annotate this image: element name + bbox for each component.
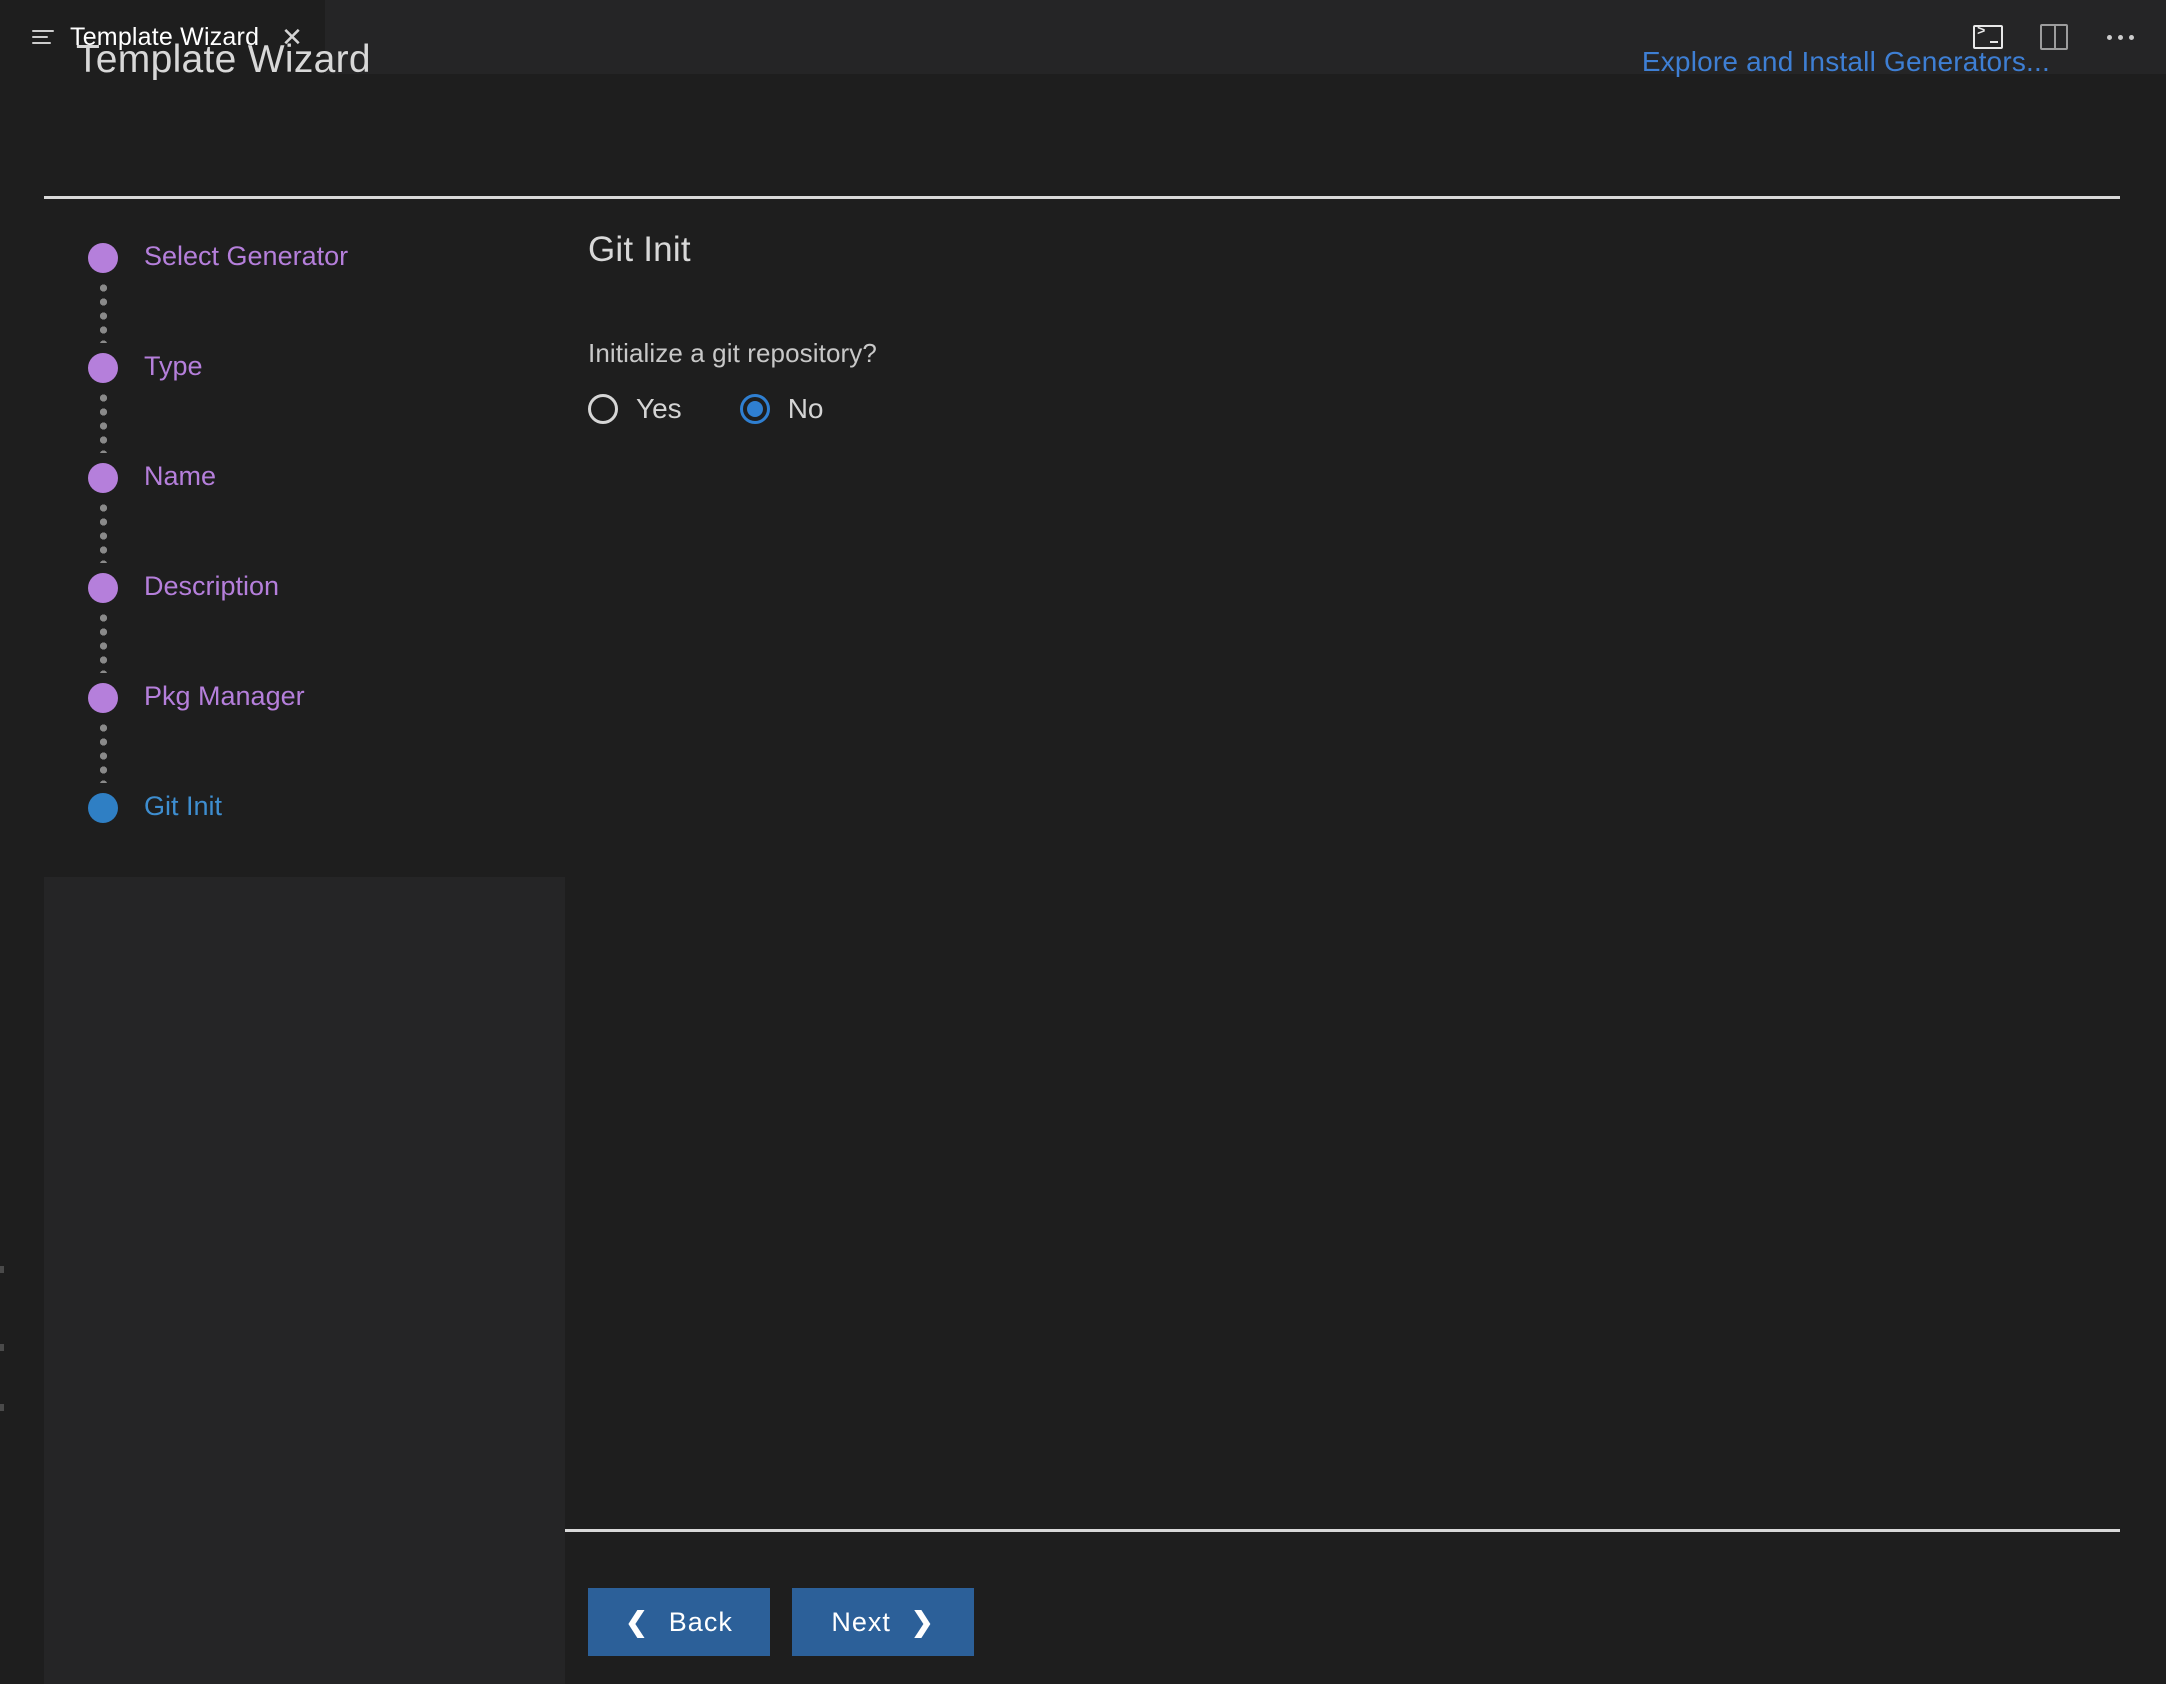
step-select-generator[interactable]: Select Generator (88, 235, 558, 345)
radio-option-yes[interactable]: Yes (588, 393, 682, 425)
radio-label: No (788, 393, 824, 425)
step-description[interactable]: Description (88, 565, 558, 675)
step-dot-icon (88, 243, 118, 273)
step-connector (100, 281, 107, 343)
step-label: Pkg Manager (144, 681, 305, 712)
step-dot-icon (88, 573, 118, 603)
step-label: Description (144, 571, 279, 602)
step-connector (100, 501, 107, 563)
step-dot-icon (88, 793, 118, 823)
step-label: Git Init (144, 791, 222, 822)
back-button-label: Back (669, 1607, 733, 1638)
step-type[interactable]: Type (88, 345, 558, 455)
more-actions-icon[interactable] (2100, 17, 2140, 57)
step-connector (100, 391, 107, 453)
step-name[interactable]: Name (88, 455, 558, 565)
step-label: Type (144, 351, 203, 382)
step-dot-icon (88, 683, 118, 713)
step-dot-icon (88, 353, 118, 383)
radio-icon (740, 394, 770, 424)
content-title: Git Init (588, 230, 2118, 270)
explore-install-generators-link[interactable]: Explore and Install Generators... (1642, 46, 2050, 78)
wizard-stepper: Select Generator Type Name Description P… (88, 235, 558, 895)
radio-icon (588, 394, 618, 424)
step-label: Name (144, 461, 216, 492)
hamburger-icon[interactable] (32, 30, 54, 44)
radio-option-no[interactable]: No (740, 393, 824, 425)
step-connector (100, 721, 107, 783)
main-content: Git Init Initialize a git repository? Ye… (588, 230, 2118, 425)
back-button[interactable]: ❮ Back (588, 1588, 770, 1656)
radio-label: Yes (636, 393, 682, 425)
next-button[interactable]: Next ❯ (792, 1588, 974, 1656)
chevron-right-icon: ❯ (911, 1609, 935, 1636)
page-title: Template Wizard (76, 38, 371, 82)
header-divider (44, 196, 2120, 199)
next-button-label: Next (831, 1607, 891, 1638)
step-label: Select Generator (144, 241, 348, 272)
question-label: Initialize a git repository? (588, 338, 2118, 369)
radio-group-git-init: Yes No (588, 393, 2118, 425)
chevron-left-icon: ❮ (625, 1609, 649, 1636)
overview-ruler (0, 1250, 4, 1684)
step-pkg-manager[interactable]: Pkg Manager (88, 675, 558, 785)
page-header (0, 74, 2166, 196)
footer-divider (565, 1529, 2120, 1532)
wizard-footer: ❮ Back Next ❯ (588, 1588, 974, 1656)
step-dot-icon (88, 463, 118, 493)
preview-panel (44, 877, 565, 1684)
step-connector (100, 611, 107, 673)
